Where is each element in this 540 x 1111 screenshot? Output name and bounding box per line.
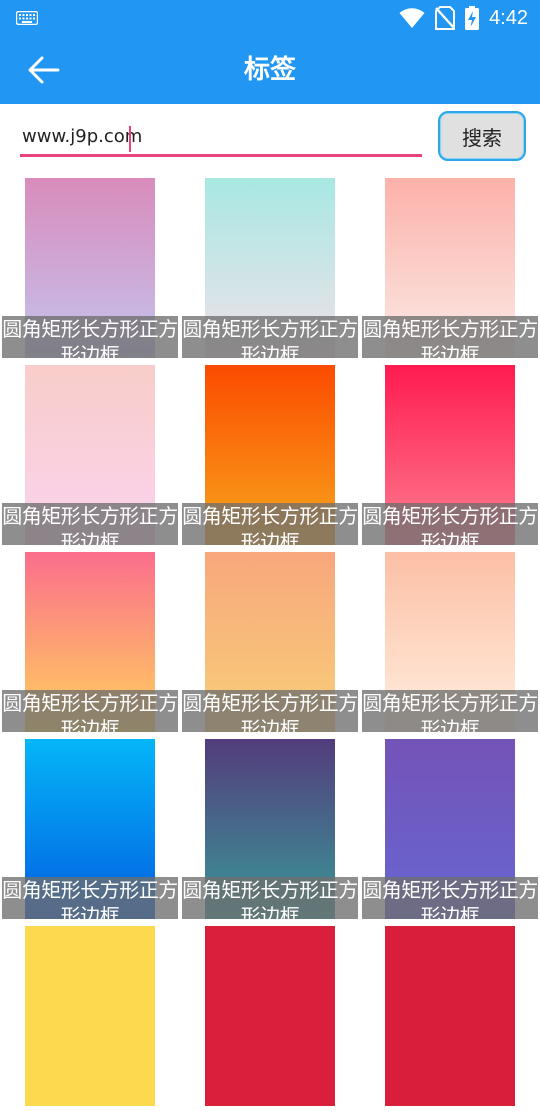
keyboard-icon bbox=[16, 11, 38, 25]
tile-caption: 圆角矩形长方形正方形边框 bbox=[182, 690, 358, 732]
tile-caption: 圆角矩形长方形正方形边框 bbox=[362, 877, 538, 919]
gradient-swatch bbox=[385, 926, 515, 1106]
tile-item[interactable]: 圆角矩形长方形正方形边框 bbox=[0, 363, 180, 550]
tile-caption: 圆角矩形长方形正方形边框 bbox=[2, 877, 178, 919]
search-button[interactable]: 搜索 bbox=[438, 111, 526, 161]
tile-caption: 圆角矩形长方形正方形边框 bbox=[362, 690, 538, 732]
back-button[interactable] bbox=[22, 52, 68, 88]
gradient-swatch bbox=[25, 926, 155, 1106]
tile-item[interactable] bbox=[180, 924, 360, 1111]
tile-item[interactable]: 圆角矩形长方形正方形边框 bbox=[360, 550, 540, 737]
text-cursor bbox=[129, 126, 131, 152]
tile-item[interactable]: 圆角矩形长方形正方形边框 bbox=[180, 737, 360, 924]
status-icons: 4:42 bbox=[399, 0, 528, 36]
search-row: 搜索 bbox=[0, 104, 540, 170]
tile-item[interactable] bbox=[0, 924, 180, 1111]
tile-caption: 圆角矩形长方形正方形边框 bbox=[2, 316, 178, 358]
tile-caption: 圆角矩形长方形正方形边框 bbox=[182, 877, 358, 919]
wifi-icon bbox=[399, 8, 425, 28]
tile-item[interactable]: 圆角矩形长方形正方形边框 bbox=[360, 737, 540, 924]
tile-item[interactable]: 圆角矩形长方形正方形边框 bbox=[0, 550, 180, 737]
page-title: 标签 bbox=[243, 55, 296, 85]
tile-caption: 圆角矩形长方形正方形边框 bbox=[362, 503, 538, 545]
tile-item[interactable]: 圆角矩形长方形正方形边框 bbox=[360, 363, 540, 550]
tile-item[interactable] bbox=[360, 924, 540, 1111]
tile-caption: 圆角矩形长方形正方形边框 bbox=[2, 690, 178, 732]
tile-item[interactable]: 圆角矩形长方形正方形边框 bbox=[360, 176, 540, 363]
app-bar: 标签 bbox=[0, 36, 540, 104]
tile-item[interactable]: 圆角矩形长方形正方形边框 bbox=[180, 550, 360, 737]
status-time: 4:42 bbox=[489, 6, 528, 29]
tile-caption: 圆角矩形长方形正方形边框 bbox=[2, 503, 178, 545]
tile-item[interactable]: 圆角矩形长方形正方形边框 bbox=[180, 176, 360, 363]
tile-item[interactable]: 圆角矩形长方形正方形边框 bbox=[180, 363, 360, 550]
tile-item[interactable]: 圆角矩形长方形正方形边框 bbox=[0, 176, 180, 363]
no-sim-icon bbox=[435, 6, 456, 30]
tile-caption: 圆角矩形长方形正方形边框 bbox=[182, 316, 358, 358]
status-bar: 4:42 bbox=[0, 0, 540, 36]
tile-item[interactable]: 圆角矩形长方形正方形边框 bbox=[0, 737, 180, 924]
arrow-left-icon bbox=[28, 56, 60, 84]
tile-grid: 圆角矩形长方形正方形边框 圆角矩形长方形正方形边框 圆角矩形长方形正方形边框 圆角矩形… bbox=[0, 176, 540, 1111]
search-input[interactable] bbox=[20, 118, 422, 157]
battery-charging-icon bbox=[465, 6, 480, 30]
tile-caption: 圆角矩形长方形正方形边框 bbox=[182, 503, 358, 545]
gradient-swatch bbox=[205, 926, 335, 1106]
tile-caption: 圆角矩形长方形正方形边框 bbox=[362, 316, 538, 358]
